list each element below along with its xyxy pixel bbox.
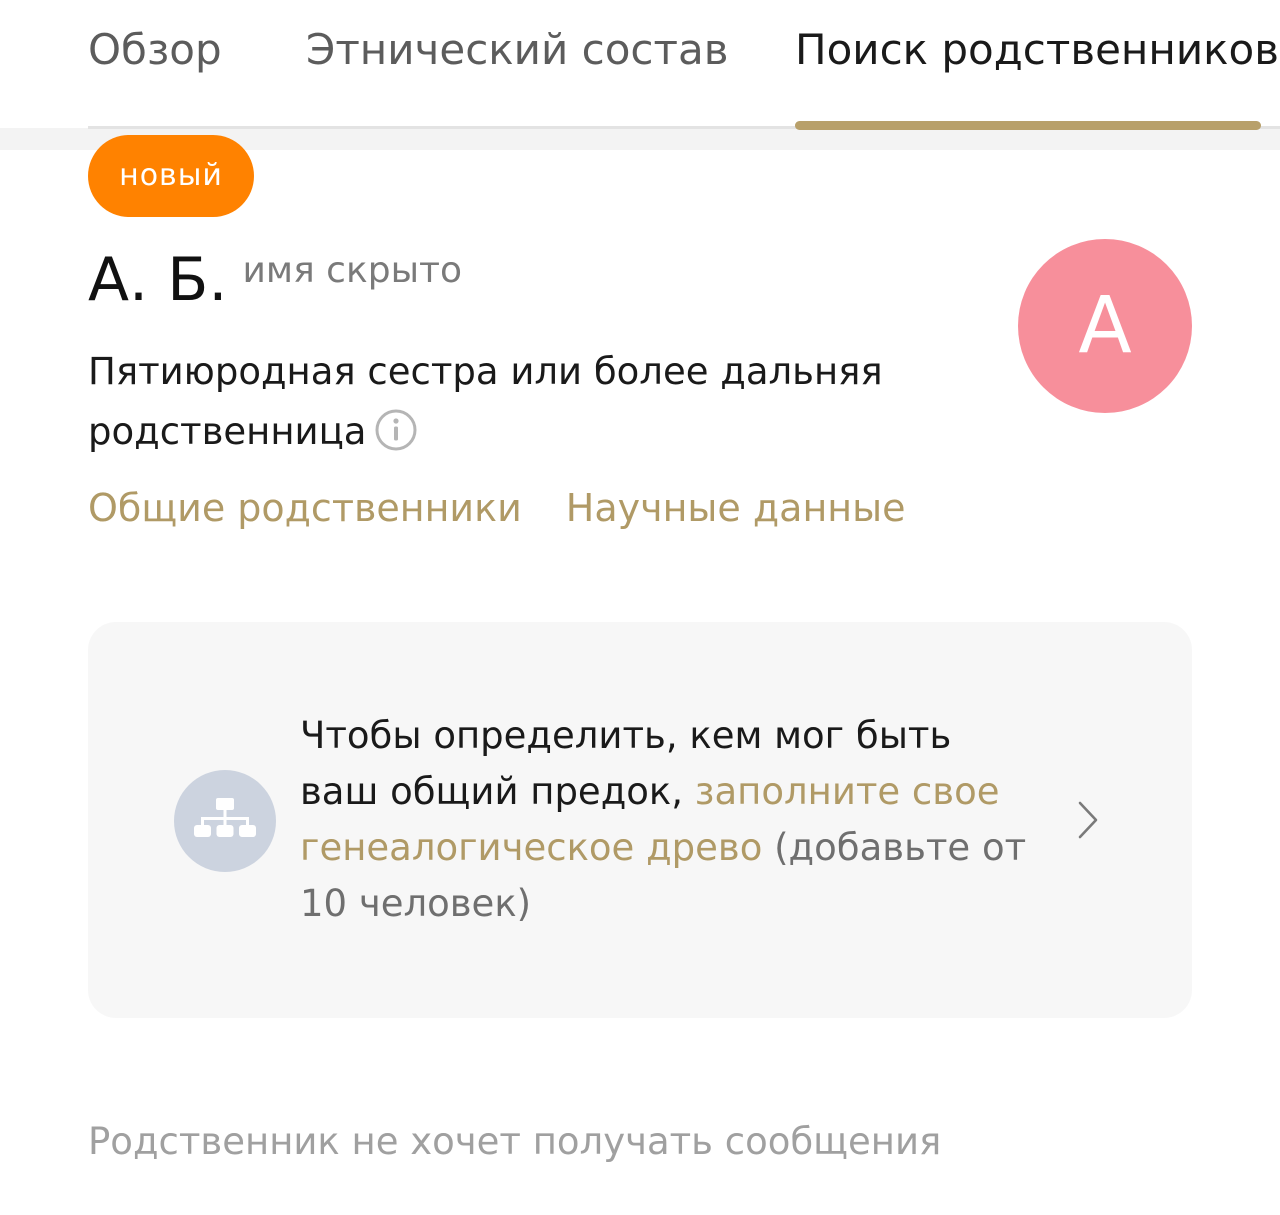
family-tree-card[interactable]: Чтобы определить, кем мог быть ваш общий… [88,622,1192,1018]
tab-overview[interactable]: Обзор [88,22,222,78]
science-data-link[interactable]: Научные данные [566,486,906,530]
avatar: А [1018,239,1192,413]
profile-links: Общие родственники Научные данные [88,480,906,536]
shared-relatives-link[interactable]: Общие родственники [88,486,522,530]
tab-bar: Обзор Этнический состав Поиск родственни… [0,0,1280,150]
family-tree-icon-graphic [194,798,256,837]
tab-ethnicity[interactable]: Этнический состав [306,22,728,78]
family-tree-card-text: Чтобы определить, кем мог быть ваш общий… [300,708,1040,932]
active-tab-indicator [795,121,1261,130]
no-messages-note: Родственник не хочет получать сообщения [88,1120,942,1163]
relationship-text: Пятиюродная сестра или более дальняя род… [88,342,908,462]
family-tree-icon [174,770,276,872]
info-icon[interactable] [374,408,418,452]
match-initials: А. Б. [88,245,228,315]
tab-relative-finder[interactable]: Поиск родственников [795,22,1279,78]
relative-profile-page: Обзор Этнический состав Поиск родственни… [0,0,1280,1215]
relationship-label: Пятиюродная сестра или более дальняя род… [88,350,883,453]
match-name-row: А. Б. имя скрыто [88,240,462,320]
new-badge: новый [88,135,254,217]
chevron-right-icon [1078,801,1098,839]
name-hidden-label: имя скрыто [242,250,462,291]
